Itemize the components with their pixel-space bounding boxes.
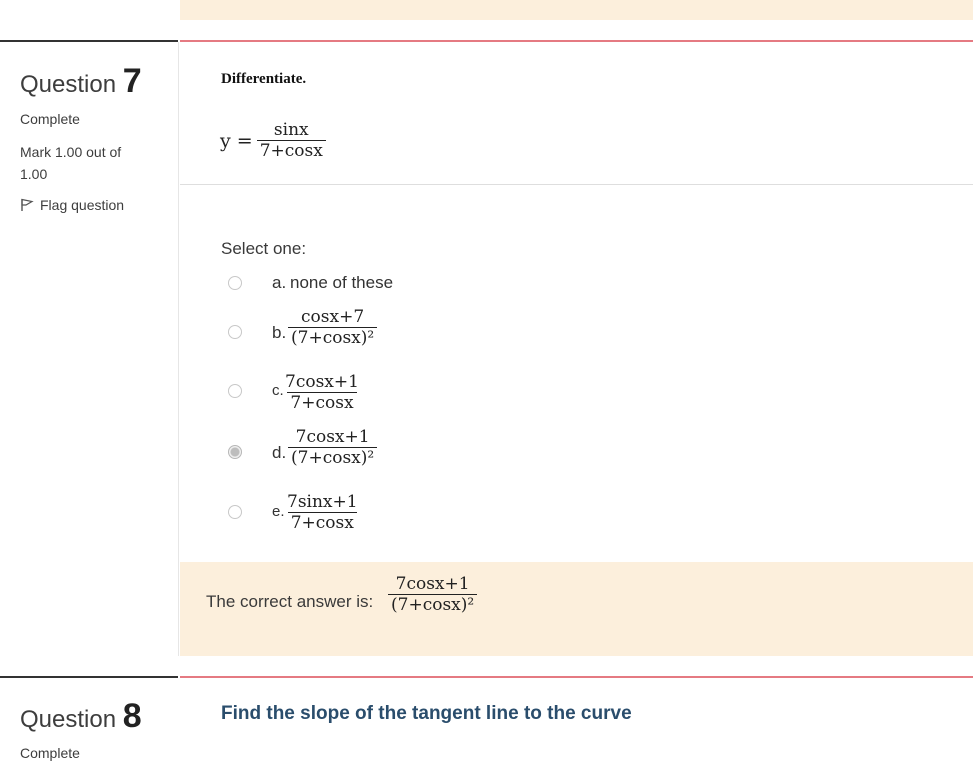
question-divider-accent [180,40,973,42]
radio-button-selected[interactable] [228,445,242,459]
option-a[interactable]: a. none of these [228,272,428,294]
flag-question-link[interactable]: Flag question [20,197,124,213]
previous-feedback-strip [180,0,973,20]
fraction-denominator: (7+cosx)² [288,447,378,468]
function-denominator: 7+cosx [256,140,326,161]
fraction-denominator: (7+cosx)² [388,594,478,615]
option-letter: d. [272,443,287,462]
function-lhs: y = [220,129,253,152]
correct-answer-feedback: The correct answer is: 7cosx+1 (7+cosx)² [180,562,973,656]
content-divider [180,184,973,185]
select-one-label: Select one: [221,239,307,258]
radio-button[interactable] [228,384,242,398]
option-fraction: 7sinx+1 7+cosx [284,492,361,533]
option-text: none of these [290,273,394,292]
fraction-numerator: 7sinx+1 [287,492,358,512]
fraction-denominator: (7+cosx)² [288,327,378,348]
column-border [178,42,179,656]
option-d[interactable]: d. 7cosx+1 (7+cosx)² [228,423,428,481]
question-number: Question 7 [20,62,142,100]
option-fraction: cosx+7 (7+cosx)² [288,307,378,348]
radio-button[interactable] [228,276,242,290]
option-letter: a. [272,273,287,292]
flag-icon [21,198,34,211]
question-divider [0,40,178,42]
option-b[interactable]: b. cosx+7 (7+cosx)² [228,303,428,361]
option-e[interactable]: e. 7sinx+1 7+cosx [228,488,428,540]
fraction-denominator: 7+cosx [287,392,357,413]
correct-answer-label: The correct answer is: [206,592,374,611]
question-state: Complete [20,745,80,761]
question-divider [0,676,178,678]
fraction-numerator: cosx+7 [301,307,365,327]
radio-button[interactable] [228,325,242,339]
question-number: Question 8 [20,697,142,735]
option-letter: b. [272,323,287,342]
question-state: Complete [20,111,80,127]
fraction-denominator: 7+cosx [287,512,357,533]
question-divider-accent [180,676,973,678]
function-numerator: sinx [273,120,309,140]
fraction-numerator: 7cosx+1 [295,427,370,447]
option-fraction: 7cosx+1 7+cosx [282,372,362,413]
option-letter: e. [272,503,285,520]
option-c[interactable]: c. 7cosx+1 7+cosx [228,368,428,418]
question-mark: Mark 1.00 out of 1.00 [20,144,122,182]
question-prompt: Differentiate. [221,71,307,87]
fraction-numerator: 7cosx+1 [395,574,470,594]
correct-answer-fraction: 7cosx+1 (7+cosx)² [388,574,478,615]
option-fraction: 7cosx+1 (7+cosx)² [288,427,378,468]
fraction-numerator: 7cosx+1 [285,372,359,392]
function-expression: y = sinx 7+cosx [220,120,326,161]
radio-button[interactable] [228,505,242,519]
question-prompt: Find the slope of the tangent line to th… [221,703,632,724]
